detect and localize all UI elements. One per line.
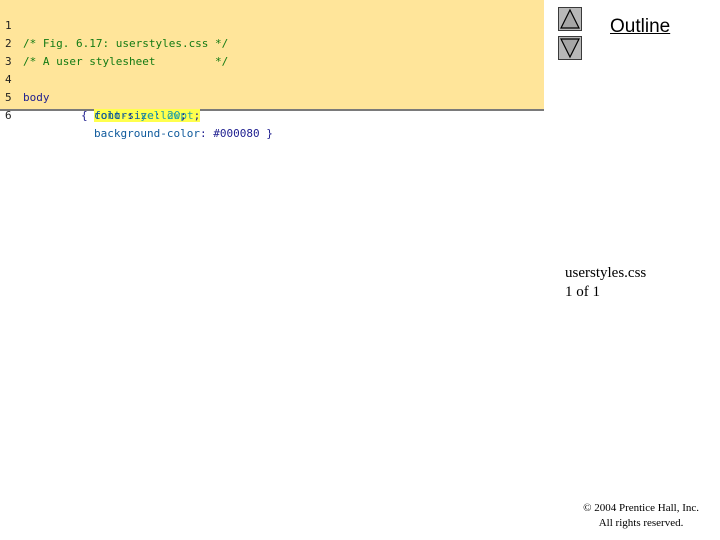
file-info: userstyles.css 1 of 1 (565, 264, 646, 302)
next-slide-button[interactable] (558, 36, 582, 60)
css-declaration: color: yellow; (94, 107, 187, 125)
close-brace: } (259, 127, 273, 140)
colon: : (199, 127, 214, 140)
semicolon: ; (180, 109, 187, 122)
outline-link[interactable]: Outline (610, 16, 670, 38)
file-name: userstyles.css (565, 265, 647, 281)
code-line-6: 6 background-color: #000080 } (0, 89, 544, 140)
css-declaration: background-color: #000080 } (94, 125, 273, 143)
css-property: background-color (94, 127, 200, 140)
page-count: 1 of 1 (565, 284, 600, 300)
colon: : (127, 109, 141, 122)
code-line-2: 2 /* A user stylesheet */ (0, 17, 544, 68)
triangle-down-icon (560, 38, 580, 59)
css-value: #000080 (213, 127, 260, 140)
semicolon: ; (193, 109, 201, 122)
css-value: yellow (140, 109, 181, 122)
rights-line: All rights reserved. (598, 517, 684, 529)
copyright-line: © 2004 Prentice Hall, Inc. (583, 502, 699, 514)
css-property: color (94, 109, 128, 122)
previous-slide-button[interactable] (558, 7, 582, 31)
code-line-4: 4 body { font-size: 20pt; (0, 53, 544, 122)
copyright-notice: © 2004 Prentice Hall, Inc. All rights re… (583, 501, 699, 531)
code-listing: 1 /* Fig. 6.17: userstyles.css */ 2 /* A… (0, 0, 544, 140)
code-line-1: 1 /* Fig. 6.17: userstyles.css */ (0, 0, 544, 50)
code-line-5: 5 color: yellow; (0, 71, 544, 122)
open-brace: { (81, 109, 95, 122)
code-line-3: 3 (0, 35, 544, 68)
triangle-up-icon (560, 8, 580, 29)
line-number: 6 (5, 109, 12, 122)
